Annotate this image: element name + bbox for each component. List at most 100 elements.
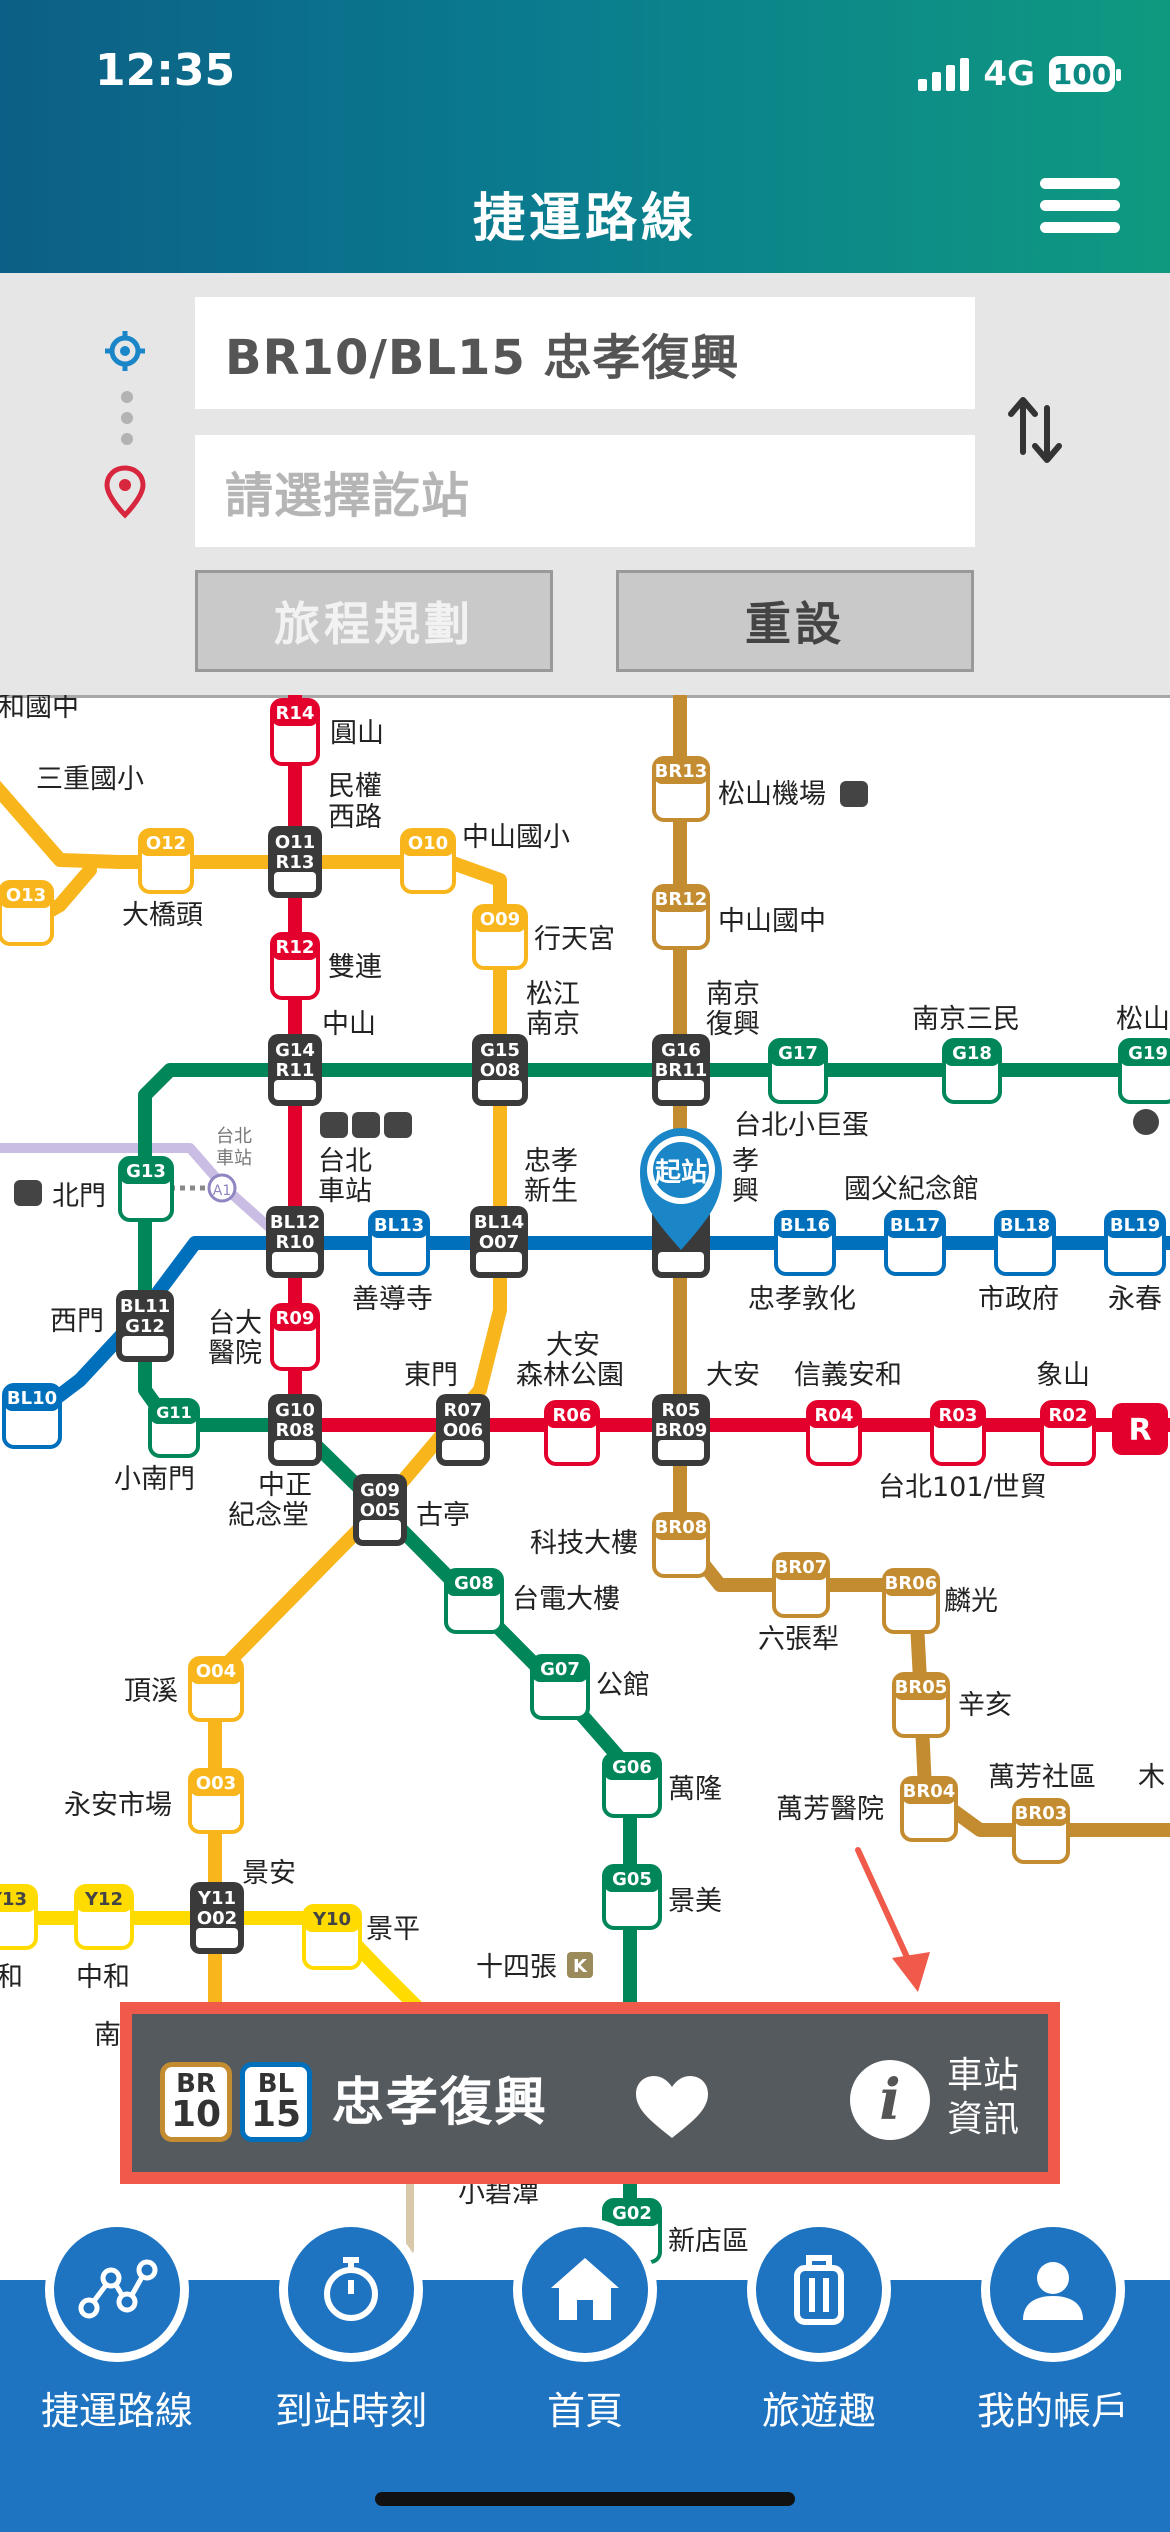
code-g06: G06 [612, 1757, 652, 1778]
label-taipei-b: 車站 [318, 1176, 372, 1207]
label-daan-park-b: 森林公園 [516, 1360, 624, 1391]
label-taipei-sub-a: 台北 [216, 1126, 252, 1147]
code-g02: G02 [612, 2203, 652, 2224]
code-o09: O09 [480, 909, 520, 930]
label-liuzhangli: 六張犁 [758, 1624, 839, 1655]
code-g16: G16 [661, 1040, 701, 1061]
code-o08: O08 [480, 1060, 520, 1081]
code-g11: G11 [156, 1403, 191, 1422]
label-city-hall: 市政府 [978, 1284, 1059, 1315]
code-g05: G05 [612, 1869, 652, 1890]
code-k-badge: K [573, 1956, 588, 1977]
tab-metro-routes[interactable]: 捷運路線 [0, 2218, 234, 2532]
code-r09: R09 [276, 1308, 315, 1329]
code-g10: G10 [275, 1400, 315, 1421]
route-search-panel: BR10/BL15 忠孝復興 請選擇訖站 旅程規劃 重設 [0, 273, 1170, 698]
label-dingxi: 頂溪 [124, 1676, 178, 1707]
label-songshan-airport: 松山機場 [718, 779, 826, 810]
label-zhongshan-jh: 中山國中 [718, 906, 826, 937]
badge2-number: 15 [250, 2094, 302, 2135]
label-linguang: 麟光 [944, 1586, 998, 1617]
code-o02: O02 [197, 1908, 237, 1929]
code-br11: BR11 [655, 1060, 708, 1081]
label-jingmei: 景美 [668, 1886, 722, 1917]
code-o05: O05 [360, 1500, 400, 1521]
label-xinyi-anhe: 信義安和 [794, 1360, 902, 1391]
label-ntuh-a: 台大 [208, 1308, 262, 1339]
code-a1: A1 [213, 1183, 231, 1199]
label-daan-park-a: 大安 [546, 1330, 600, 1361]
code-o11: O11 [275, 832, 315, 853]
code-bl13: BL13 [374, 1215, 424, 1236]
code-br13: BR13 [655, 761, 708, 782]
page-title: 捷運路線 [472, 189, 697, 249]
label-he-edge: 和 [0, 1962, 23, 1993]
origin-target-icon [105, 331, 145, 371]
code-r07: R07 [444, 1400, 483, 1421]
signal-icon [918, 57, 970, 91]
code-y10: Y10 [312, 1909, 351, 1930]
label-taipei-arena: 台北小巨蛋 [734, 1110, 869, 1141]
label-dongmen: 東門 [404, 1360, 458, 1391]
station-info-bar[interactable]: BR 10 BL 15 忠孝復興 i 車站 資訊 [120, 2002, 1060, 2184]
label-taipower: 台電大樓 [512, 1584, 620, 1615]
code-o03: O03 [196, 1773, 236, 1794]
tab-label: 旅遊趣 [761, 2389, 876, 2433]
code-r10: R10 [276, 1232, 315, 1253]
label-taipei-a: 台北 [318, 1146, 372, 1177]
status-indicators: 4G 100 [918, 52, 1121, 96]
tab-label: 我的帳戶 [976, 2389, 1129, 2433]
code-br12: BR12 [655, 889, 708, 910]
label-xiaonanmen: 小南門 [114, 1464, 195, 1495]
origin-field[interactable]: BR10/BL15 忠孝復興 [195, 297, 975, 409]
station-info-label[interactable]: 車站 資訊 [947, 2054, 1019, 2142]
code-br04: BR04 [903, 1781, 956, 1802]
label-shuanglian: 雙連 [328, 952, 382, 983]
code-bl17: BL17 [890, 1215, 940, 1236]
code-g07: G07 [540, 1659, 580, 1680]
destination-field[interactable]: 請選擇訖站 [195, 435, 975, 547]
label-beimen: 北門 [52, 1181, 106, 1212]
swap-icon[interactable] [1005, 390, 1065, 470]
plan-trip-button[interactable]: 旅程規劃 [195, 570, 553, 672]
home-indicator [375, 2492, 795, 2506]
label-shisizhang: 十四張 [476, 1952, 557, 1983]
code-br05: BR05 [895, 1677, 948, 1698]
code-bl10: BL10 [7, 1388, 57, 1409]
code-o04: O04 [196, 1661, 236, 1682]
code-bl19: BL19 [1110, 1215, 1160, 1236]
tab-my-account[interactable]: 我的帳戶 [936, 2218, 1170, 2532]
label-taipei-sub-b: 車站 [216, 1148, 252, 1169]
label-zx-xinsheng-b: 新生 [524, 1176, 578, 1207]
label-mu-edge: 木 [1138, 1762, 1165, 1793]
label-zhonghe: 中和 [76, 1962, 130, 1993]
code-g15: G15 [480, 1040, 520, 1061]
label-technology: 科技大樓 [530, 1528, 638, 1559]
code-g14: G14 [275, 1040, 315, 1061]
code-br03: BR03 [1015, 1803, 1068, 1824]
label-guting: 古亭 [416, 1500, 470, 1531]
label-songshan-edge: 松山 [1116, 1004, 1170, 1035]
code-br09: BR09 [655, 1420, 708, 1441]
code-br08: BR08 [655, 1517, 708, 1538]
label-zx-fuxing-b: 興 [732, 1176, 759, 1207]
info-icon[interactable]: i [850, 2060, 930, 2140]
label-minquan-a: 民權 [328, 771, 382, 802]
label-nan-edge: 南 [94, 2020, 121, 2051]
label-songjiang-b: 南京 [526, 1009, 580, 1040]
code-g18: G18 [952, 1043, 992, 1064]
battery-level: 100 [1052, 57, 1112, 91]
reset-button[interactable]: 重設 [616, 570, 974, 672]
code-o13: O13 [6, 885, 46, 906]
favorite-heart-icon[interactable] [632, 2072, 712, 2142]
code-bl11: BL11 [120, 1296, 170, 1317]
code-r06: R06 [553, 1405, 592, 1426]
label-zhongshan: 中山 [322, 1009, 376, 1040]
label-yongchun: 永春 [1108, 1284, 1162, 1315]
label-ximen: 西門 [50, 1306, 104, 1337]
label-sanchong-elem: 三重國小 [36, 764, 144, 795]
hamburger-menu-icon[interactable] [1040, 178, 1120, 234]
code-r-line: R [1128, 1413, 1151, 1448]
brown-line-badge: BR 10 [160, 2062, 232, 2142]
label-zx-dunhua: 忠孝敦化 [748, 1284, 856, 1315]
